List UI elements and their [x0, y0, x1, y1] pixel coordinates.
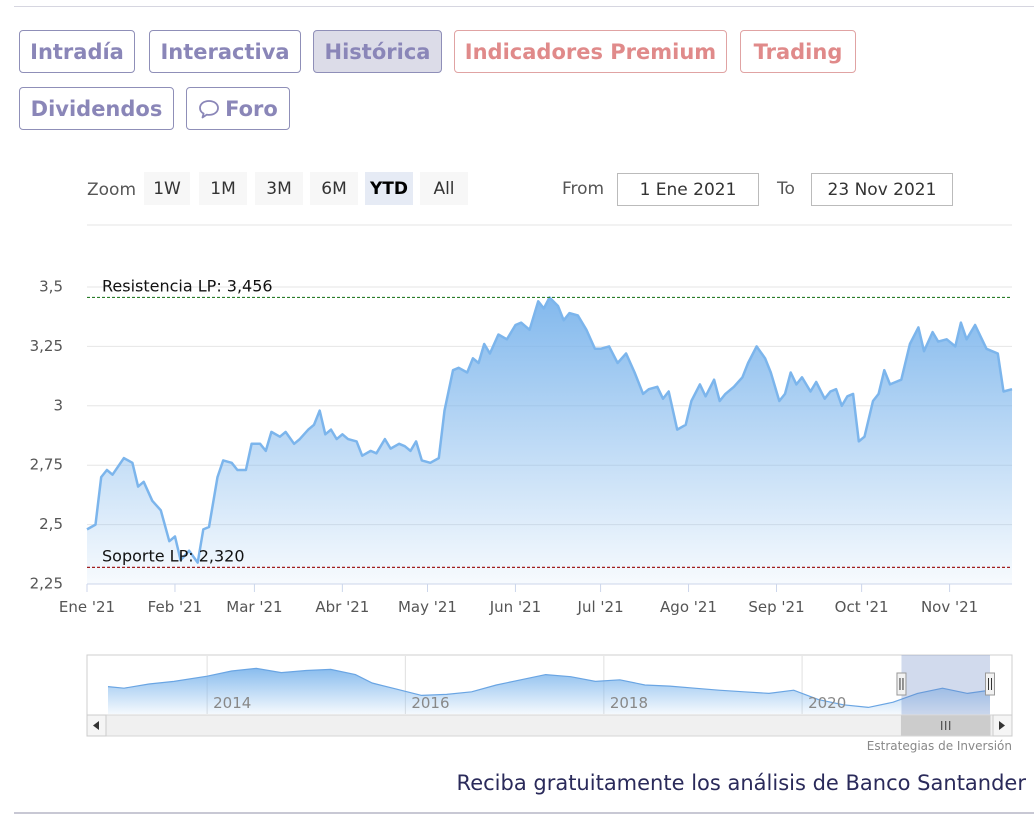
- chart-credit[interactable]: Estrategias de Inversión: [867, 739, 1012, 753]
- navigator-scrollbar-track[interactable]: [86, 714, 1013, 737]
- handle-body[interactable]: [985, 672, 995, 696]
- plot-line-label: Soporte LP: 2,320: [102, 546, 245, 565]
- x-tick-label: Mar '21: [226, 598, 282, 616]
- y-tick-label: 2,5: [39, 515, 63, 533]
- x-tick-label: Ene '21: [59, 598, 115, 616]
- x-tick-label: May '21: [398, 598, 457, 616]
- x-tick-label: Feb '21: [148, 598, 203, 616]
- price-chart: 2,25 2,5 2,75 3 3,25 3,5 Resistencia LP: 3,45…: [30, 224, 1013, 737]
- x-tick-label: Oct '21: [835, 598, 889, 616]
- navigator-left-handle[interactable]: [896, 672, 907, 696]
- navigator-tick-label: 2014: [213, 694, 251, 712]
- x-tick-label: Sep '21: [748, 598, 804, 616]
- handle-body[interactable]: [896, 672, 907, 696]
- navigator-right-handle[interactable]: [985, 672, 995, 696]
- y-tick-label: 2,75: [30, 456, 63, 474]
- y-tick-label: 2,25: [30, 575, 63, 593]
- promo-text[interactable]: Reciba gratuitamente los análisis de Ban…: [457, 771, 1026, 795]
- y-tick-label: 3,25: [30, 337, 63, 355]
- navigator-tick-label: 2018: [610, 694, 648, 712]
- y-tick-label: 3: [53, 396, 63, 414]
- x-tick-label: Jul '21: [577, 598, 624, 616]
- navigator-tick-label: 2016: [411, 694, 449, 712]
- price-area-fill: [87, 297, 1012, 584]
- y-tick-label: 3,5: [39, 278, 63, 296]
- x-tick-label: Ago '21: [660, 598, 717, 616]
- navigator-selection-window[interactable]: [901, 655, 990, 715]
- x-tick-label: Abr '21: [315, 598, 369, 616]
- x-tick-label: Jun '21: [489, 598, 541, 616]
- bottom-divider: [14, 812, 1034, 814]
- plot-line-label: Resistencia LP: 3,456: [102, 276, 273, 295]
- x-tick-label: Nov '21: [921, 598, 978, 616]
- navigator-tick-label: 2020: [808, 694, 846, 712]
